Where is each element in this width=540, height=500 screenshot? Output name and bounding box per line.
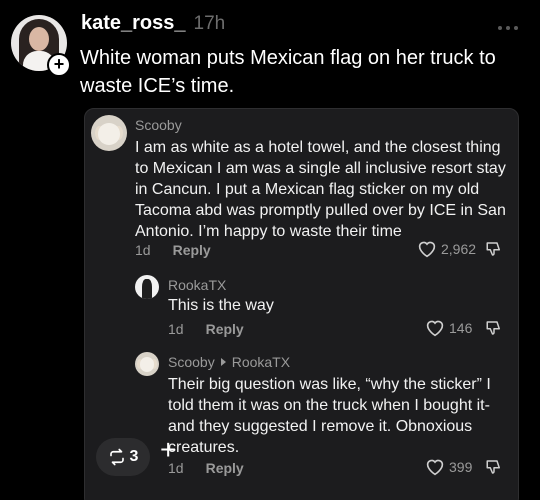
like-button[interactable]: 146: [425, 319, 472, 337]
comment-time: 1d: [135, 242, 151, 258]
post-timestamp: 17h: [193, 13, 226, 34]
thumbs-down-icon: [486, 321, 500, 335]
like-count: 399: [449, 459, 473, 475]
more-options-icon[interactable]: [498, 26, 518, 30]
comment-author[interactable]: Scooby RookaTX: [168, 354, 290, 370]
like-button[interactable]: 399: [425, 458, 472, 476]
comment-meta: 1d Reply: [168, 460, 244, 476]
heart-icon: [418, 241, 436, 258]
comment-thread-card: Scooby I am as white as a hotel towel, a…: [84, 108, 519, 500]
dislike-button[interactable]: [485, 240, 503, 258]
comment-meta: 1d Reply: [168, 321, 244, 337]
dislike-button[interactable]: [485, 458, 503, 476]
thumbs-down-icon: [486, 460, 500, 474]
comment-text: I am as white as a hotel towel, and the …: [135, 139, 506, 240]
post-author-avatar[interactable]: +: [11, 15, 73, 77]
post-header: kate_ross_ 17h: [81, 12, 225, 35]
reply-button[interactable]: Reply: [173, 242, 211, 258]
comment-text: Their big question was like, “why the st…: [168, 376, 491, 456]
reply-arrow-icon: [220, 358, 226, 366]
repost-count: 3: [129, 448, 139, 465]
comment-author[interactable]: RookaTX: [168, 277, 226, 293]
reply-button[interactable]: Reply: [206, 460, 244, 476]
follow-plus-icon[interactable]: +: [47, 53, 71, 77]
thumbs-down-icon: [486, 242, 500, 256]
comment-time: 1d: [168, 321, 184, 337]
comment-author-name[interactable]: Scooby: [135, 117, 182, 133]
heart-icon: [426, 320, 444, 337]
comment-meta: 1d Reply: [135, 242, 211, 258]
repost-button[interactable]: 3: [96, 438, 150, 476]
like-count: 146: [449, 320, 473, 336]
post-username[interactable]: kate_ross_: [81, 12, 186, 35]
comment-author-name[interactable]: Scooby: [168, 354, 215, 370]
heart-icon: [426, 459, 444, 476]
comment-avatar[interactable]: [135, 352, 159, 376]
repost-icon: [109, 448, 124, 466]
comment-author[interactable]: Scooby: [135, 117, 182, 133]
comment-avatar[interactable]: [91, 115, 127, 151]
add-button[interactable]: +: [160, 436, 176, 464]
reply-to-name[interactable]: RookaTX: [232, 354, 290, 370]
reply-button[interactable]: Reply: [206, 321, 244, 337]
comment-avatar[interactable]: [135, 275, 159, 299]
post-text: White woman puts Mexican flag on her tru…: [80, 47, 496, 97]
like-count: 2,962: [441, 241, 477, 257]
comment-text: This is the way: [168, 297, 274, 314]
comment-author-name[interactable]: RookaTX: [168, 277, 226, 293]
dislike-button[interactable]: [485, 319, 503, 337]
like-button[interactable]: 2,962: [417, 240, 476, 258]
